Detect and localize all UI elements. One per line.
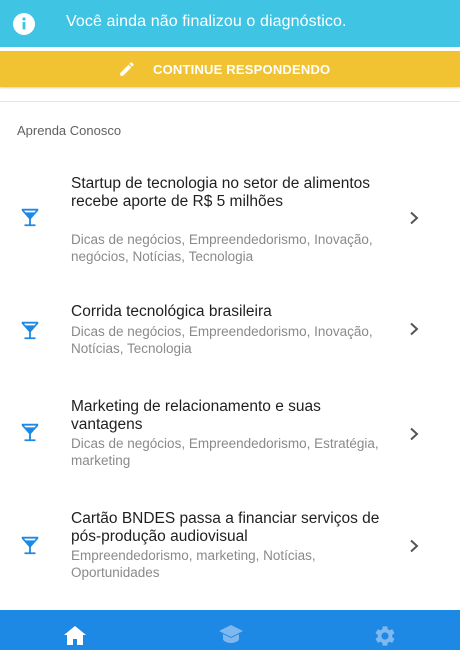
cocktail-glass-icon	[21, 536, 39, 555]
divider	[0, 101, 460, 102]
list-item-title: Corrida tecnológica brasileira	[71, 303, 272, 320]
info-icon	[13, 13, 35, 35]
list-item-title: Marketing de relacionamento e suas vanta…	[71, 398, 321, 433]
list-item[interactable]: Cartão BNDES passa a financiar serviços …	[0, 497, 460, 597]
nav-settings[interactable]	[360, 610, 410, 650]
list-item[interactable]: Corrida tecnológica brasileira Dicas de …	[0, 290, 460, 370]
nav-learning[interactable]	[205, 610, 255, 650]
gear-icon	[375, 626, 395, 646]
list-item-tags: Dicas de negócios, Empreendedorismo, Ino…	[71, 232, 373, 264]
continue-responding-button[interactable]: CONTINUE RESPONDENDO	[0, 51, 460, 87]
chevron-right-icon	[410, 322, 419, 336]
list-item-title: Startup de tecnologia no setor de alimen…	[71, 175, 370, 210]
list-item-tags: Empreendedorismo, marketing, Notícias, O…	[71, 548, 316, 580]
info-banner: Você ainda não finalizou o diagnóstico.	[0, 0, 460, 47]
cocktail-glass-icon	[21, 423, 39, 442]
home-icon	[64, 626, 86, 645]
nav-home[interactable]	[50, 610, 100, 650]
cocktail-glass-icon	[21, 321, 39, 340]
list-item-title: Cartão BNDES passa a financiar serviços …	[71, 510, 380, 545]
list-item-tags: Dicas de negócios, Empreendedorismo, Est…	[71, 436, 379, 468]
list-item-tags: Dicas de negócios, Empreendedorismo, Ino…	[71, 324, 373, 356]
chevron-right-icon	[410, 427, 419, 441]
graduation-cap-icon	[219, 625, 243, 643]
list-item[interactable]: Marketing de relacionamento e suas vanta…	[0, 385, 460, 485]
section-title: Aprenda Conosco	[17, 123, 122, 138]
chevron-right-icon	[410, 539, 419, 553]
pencil-icon	[120, 62, 134, 76]
list-item[interactable]: Startup de tecnologia no setor de alimen…	[0, 160, 460, 276]
bottom-navigation	[0, 610, 460, 650]
continue-button-label: CONTINUE RESPONDENDO	[153, 62, 331, 77]
chevron-right-icon	[410, 211, 419, 225]
cocktail-glass-icon	[21, 208, 39, 227]
banner-message: Você ainda não finalizou o diagnóstico.	[66, 13, 347, 30]
